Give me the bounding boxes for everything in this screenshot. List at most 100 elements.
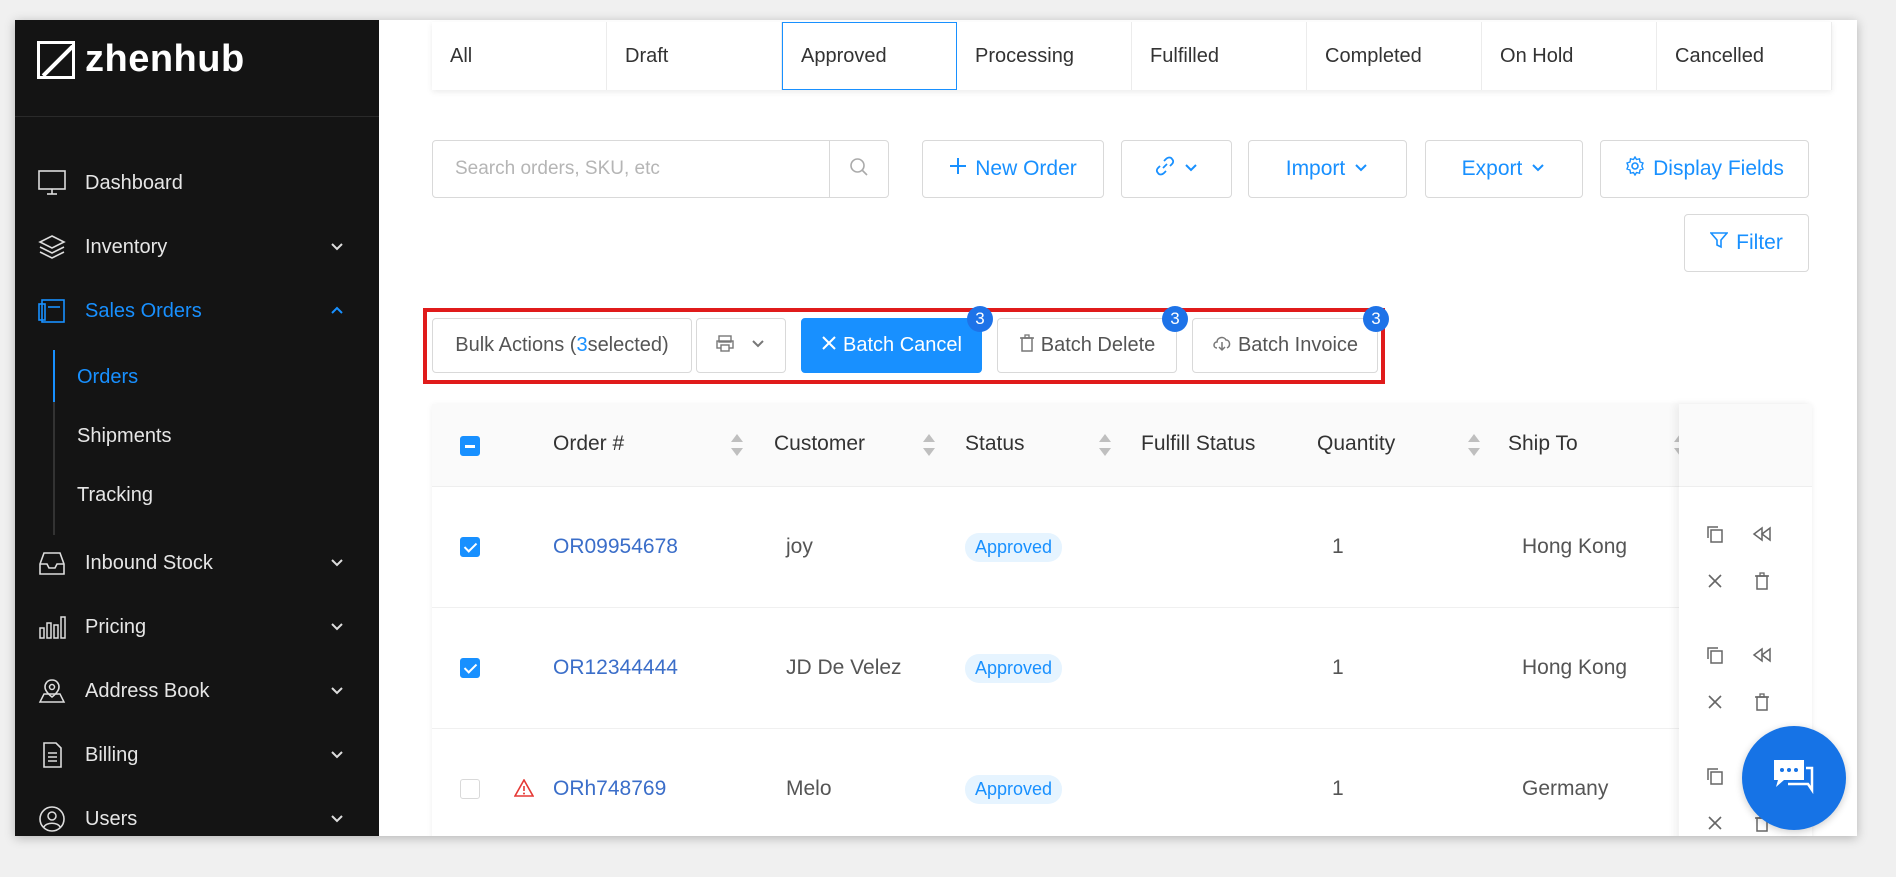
sidebar-item-pricing[interactable]: Pricing — [37, 604, 367, 650]
bulk-print-dropdown[interactable] — [696, 318, 786, 373]
new-order-button[interactable]: New Order — [922, 140, 1104, 198]
display-fields-label: Display Fields — [1653, 157, 1784, 180]
logo[interactable]: zhenhub — [37, 38, 245, 81]
order-number-link[interactable]: OR12344444 — [553, 656, 678, 680]
sidebar-item-dashboard[interactable]: Dashboard — [37, 160, 367, 206]
row-checkbox[interactable] — [460, 658, 480, 678]
sidebar-item-label: Pricing — [85, 615, 147, 638]
user-icon — [37, 804, 67, 834]
ship-to-value: Germany — [1522, 777, 1609, 800]
sidebar: zhenhub Dashboard Inventory Sales Orders — [15, 20, 379, 836]
sidebar-item-label: Users — [85, 807, 138, 830]
brand-name: zhenhub — [85, 38, 245, 80]
close-icon[interactable] — [1703, 569, 1727, 593]
bulk-label-suffix: selected) — [587, 334, 669, 356]
sort-icon[interactable] — [1468, 434, 1480, 456]
sidebar-item-inbound-stock[interactable]: Inbound Stock — [37, 540, 367, 586]
import-label: Import — [1285, 157, 1346, 180]
sort-icon[interactable] — [923, 434, 935, 456]
copy-icon[interactable] — [1703, 764, 1727, 788]
column-header-order[interactable]: Order # — [553, 432, 624, 456]
sidebar-item-address-book[interactable]: Address Book — [37, 668, 367, 714]
row-checkbox[interactable] — [460, 537, 480, 557]
column-header-customer[interactable]: Customer — [774, 432, 865, 456]
sidebar-item-billing[interactable]: Billing — [37, 732, 367, 778]
rewind-icon[interactable] — [1750, 643, 1774, 667]
display-fields-button[interactable]: Display Fields — [1600, 140, 1809, 198]
search-box — [432, 140, 889, 198]
search-icon — [849, 157, 869, 182]
tab-draft[interactable]: Draft — [607, 22, 782, 90]
order-number-link[interactable]: OR09954678 — [553, 535, 678, 559]
batch-delete-label: Batch Delete — [1040, 334, 1156, 356]
link-icon — [1155, 156, 1175, 182]
batch-invoice-button[interactable]: Batch Invoice — [1192, 318, 1378, 373]
status-tabs: All Draft Approved Processing Fulfilled … — [432, 22, 1833, 90]
search-input[interactable] — [433, 141, 829, 197]
table-row[interactable]: OR09954678 joy Approved 1 Hong Kong — [432, 486, 1812, 608]
app-window: zhenhub Dashboard Inventory Sales Orders — [15, 20, 1857, 836]
batch-cancel-count-badge: 3 — [967, 306, 993, 332]
sort-icon[interactable] — [731, 434, 743, 456]
order-number-link[interactable]: ORh748769 — [553, 777, 666, 801]
tab-approved[interactable]: Approved — [782, 22, 958, 90]
link-dropdown-button[interactable] — [1121, 140, 1232, 198]
chevron-down-icon — [1353, 157, 1369, 181]
divider — [15, 116, 379, 117]
copy-icon[interactable] — [1703, 643, 1727, 667]
batch-cancel-button[interactable]: Batch Cancel — [801, 318, 982, 373]
sidebar-subitem-tracking[interactable]: Tracking — [77, 484, 153, 507]
close-icon[interactable] — [1703, 690, 1727, 714]
column-header-status[interactable]: Status — [965, 432, 1025, 456]
copy-icon[interactable] — [1703, 522, 1727, 546]
rewind-icon[interactable] — [1750, 522, 1774, 546]
table-row[interactable]: OR12344444 JD De Velez Approved 1 Hong K… — [432, 607, 1812, 729]
customer-name: JD De Velez — [786, 656, 902, 679]
sidebar-item-inventory[interactable]: Inventory — [37, 224, 367, 270]
gear-icon — [1625, 155, 1645, 182]
tab-completed[interactable]: Completed — [1307, 22, 1483, 90]
chevron-down-icon — [1530, 157, 1546, 181]
tab-on-hold[interactable]: On Hold — [1482, 22, 1658, 90]
chevron-down-icon — [329, 237, 345, 260]
filter-button[interactable]: Filter — [1684, 214, 1809, 272]
tab-cancelled[interactable]: Cancelled — [1657, 22, 1833, 90]
warning-icon[interactable] — [513, 778, 535, 802]
bulk-label-prefix: Bulk Actions ( — [455, 334, 577, 356]
sidebar-item-label: Billing — [85, 743, 139, 766]
tab-fulfilled[interactable]: Fulfilled — [1132, 22, 1308, 90]
sidebar-subitem-shipments[interactable]: Shipments — [77, 425, 172, 448]
inbox-icon — [37, 548, 67, 578]
table-row[interactable]: ORh748769 Melo Approved 1 Germany — [432, 728, 1812, 836]
chevron-down-icon — [329, 617, 345, 640]
sort-icon[interactable] — [1099, 434, 1111, 456]
close-icon[interactable] — [1703, 811, 1727, 835]
trash-icon[interactable] — [1750, 569, 1774, 593]
new-order-label: New Order — [975, 157, 1077, 180]
tab-all[interactable]: All — [432, 22, 607, 90]
sidebar-subitem-orders[interactable]: Orders — [77, 366, 138, 389]
selected-count: 3 — [576, 334, 588, 356]
customer-name: Melo — [786, 777, 832, 800]
column-header-ship-to[interactable]: Ship To — [1508, 432, 1578, 456]
import-button[interactable]: Import — [1248, 140, 1407, 198]
plus-icon — [949, 157, 967, 181]
quantity-value: 1 — [1332, 656, 1344, 679]
export-button[interactable]: Export — [1425, 140, 1583, 198]
chat-launcher-button[interactable] — [1742, 726, 1846, 830]
sidebar-item-label: Inbound Stock — [85, 551, 213, 574]
layers-icon — [37, 232, 67, 262]
column-header-quantity[interactable]: Quantity — [1317, 432, 1395, 456]
customer-name: joy — [786, 535, 813, 558]
trash-icon[interactable] — [1750, 690, 1774, 714]
batch-delete-button[interactable]: Batch Delete — [997, 318, 1177, 373]
chevron-down-icon — [329, 553, 345, 576]
sidebar-item-users[interactable]: Users — [37, 796, 367, 836]
select-all-checkbox[interactable] — [460, 436, 480, 456]
sidebar-item-sales-orders[interactable]: Sales Orders — [37, 288, 367, 334]
row-checkbox[interactable] — [460, 779, 480, 799]
sidebar-item-label: Inventory — [85, 235, 168, 258]
search-button[interactable] — [829, 141, 888, 197]
chevron-down-icon — [329, 809, 345, 832]
tab-processing[interactable]: Processing — [957, 22, 1133, 90]
